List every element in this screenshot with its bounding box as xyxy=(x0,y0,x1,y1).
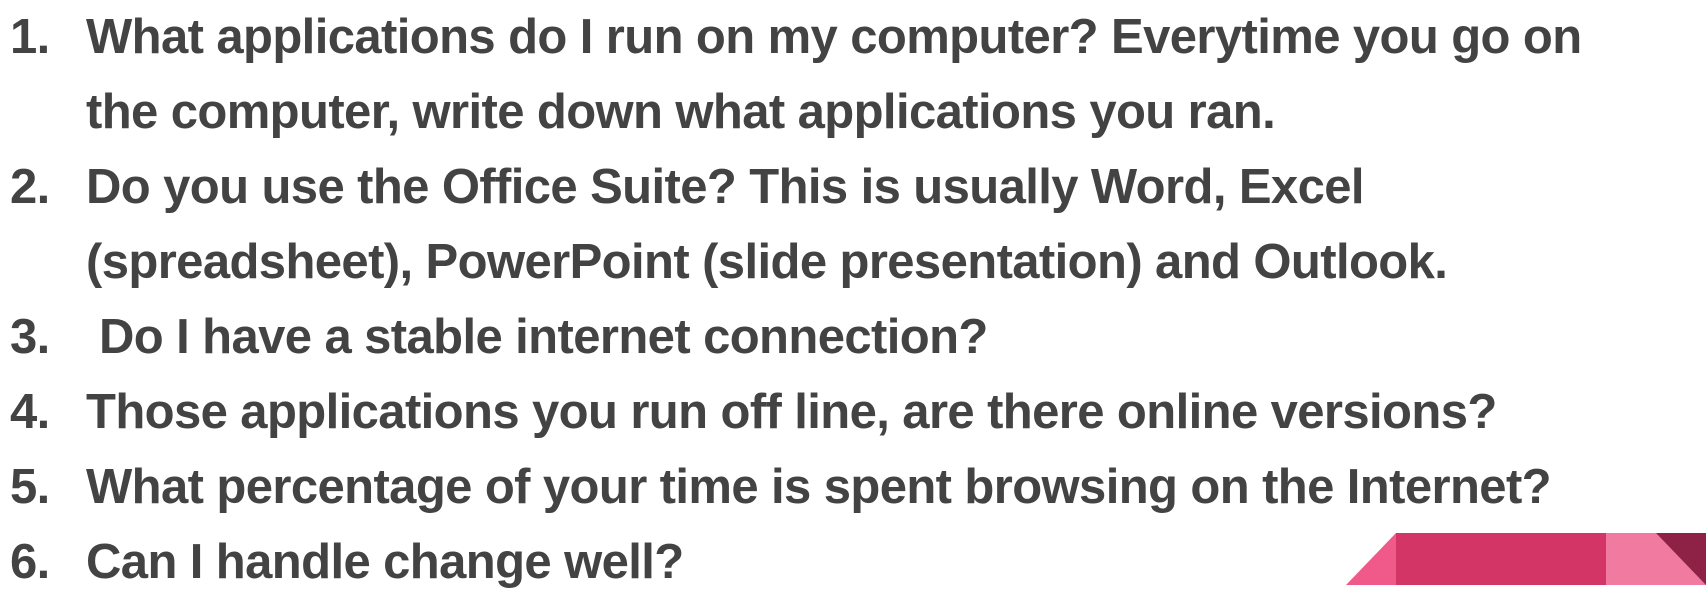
list-number: 2. xyxy=(10,160,50,214)
list-item-text: What percentage of your time is spent br… xyxy=(86,460,1552,514)
question-list: 1. What applications do I run on my comp… xyxy=(10,0,1700,600)
list-item-text: What applications do I run on my compute… xyxy=(86,10,1582,64)
list-item-text: Do I have a stable internet connection? xyxy=(86,310,988,364)
list-item: 2. Do you use the Office Suite? This is … xyxy=(10,150,1700,300)
list-number: 1. xyxy=(10,10,50,64)
list-number: 4. xyxy=(10,385,50,439)
list-item: 5. What percentage of your time is spent… xyxy=(10,450,1700,525)
slide: 1. What applications do I run on my comp… xyxy=(0,0,1706,589)
list-number: 3. xyxy=(10,310,50,364)
corner-ribbon-decoration xyxy=(1346,533,1706,585)
list-item-text-continued: (spreadsheet), PowerPoint (slide present… xyxy=(86,235,1448,289)
list-number: 6. xyxy=(10,535,50,589)
list-item-text: Those applications you run off line, are… xyxy=(86,385,1497,439)
ribbon-left-fold xyxy=(1346,533,1396,585)
ribbon-right-fold xyxy=(1606,533,1656,585)
list-item: 4. Those applications you run off line, … xyxy=(10,375,1700,450)
list-item-text-continued: the computer, write down what applicatio… xyxy=(86,85,1276,139)
list-number: 5. xyxy=(10,460,50,514)
list-item: 3. Do I have a stable internet connectio… xyxy=(10,300,1700,375)
list-item: 1. What applications do I run on my comp… xyxy=(10,0,1700,150)
list-item-text: Do you use the Office Suite? This is usu… xyxy=(86,160,1365,214)
ribbon-band xyxy=(1396,533,1606,585)
